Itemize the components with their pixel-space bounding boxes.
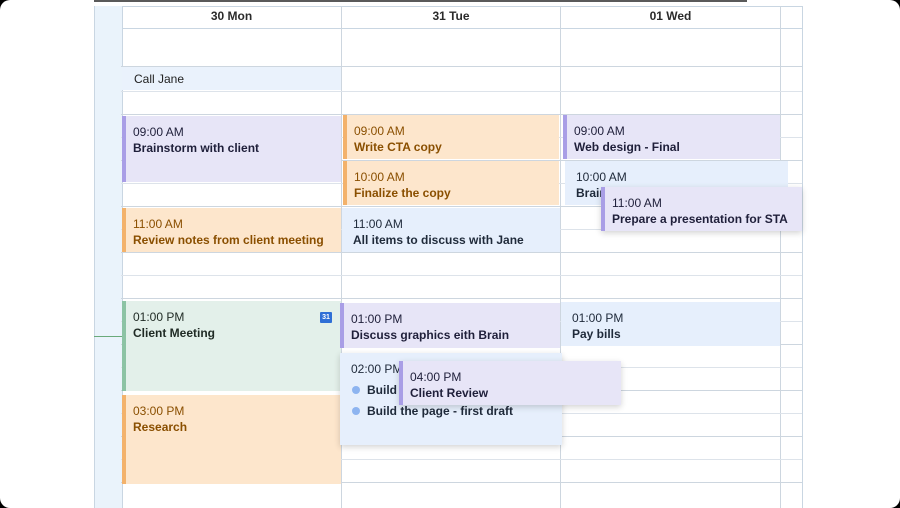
event-title: Review notes from client meeting	[133, 233, 324, 247]
event-time: 10:00 AM	[576, 170, 627, 184]
event-color-bar	[343, 161, 347, 205]
event-color-bar	[565, 161, 569, 205]
event-color-bar	[342, 208, 346, 252]
event-pay-bills[interactable]: 01:00 PM Pay bills	[561, 302, 780, 346]
event-color-bar	[563, 115, 567, 159]
event-color-bar	[340, 303, 344, 348]
event-color-bar	[122, 395, 126, 484]
event-title: Client Meeting	[133, 326, 216, 340]
event-time: 01:00 PM	[133, 310, 185, 324]
grid-line	[121, 275, 802, 276]
day-header-wed[interactable]: 01 Wed	[561, 6, 780, 27]
event-time: 09:00 AM	[133, 125, 184, 139]
event-all-items-to-discuss[interactable]: 11:00 AM All items to discuss with Jane	[342, 208, 560, 252]
all-day-event-call-jane[interactable]: Call Jane	[122, 67, 341, 90]
event-time: 01:00 PM	[572, 311, 624, 325]
event-color-bar	[399, 361, 403, 405]
event-time: 11:00 AM	[353, 217, 403, 231]
event-title: Write CTA copy	[354, 140, 442, 154]
grid-line	[121, 252, 802, 253]
event-color-bar	[122, 301, 126, 391]
event-color-bar	[122, 116, 126, 182]
event-title: Prepare a presentation for STA	[612, 212, 788, 226]
event-time: 04:00 PM	[410, 370, 462, 384]
event-title: Client Review	[410, 386, 489, 400]
event-title: Pay bills	[572, 327, 621, 341]
event-color-bar	[122, 208, 126, 252]
event-time: 11:00 AM	[612, 196, 662, 210]
day-header-mon[interactable]: 30 Mon	[122, 6, 341, 27]
event-color-bar	[343, 115, 347, 159]
event-write-cta-copy[interactable]: 09:00 AM Write CTA copy	[343, 115, 559, 159]
event-title: Research	[133, 420, 188, 434]
task-item[interactable]: Build the page - first draft	[351, 403, 552, 419]
grid-line	[121, 298, 802, 299]
event-color-bar	[561, 302, 565, 346]
time-gutter	[94, 6, 123, 508]
day-header-tue[interactable]: 31 Tue	[342, 6, 560, 27]
calendar-icon: 31	[320, 312, 332, 323]
event-color-bar	[601, 187, 605, 231]
calendar-window: 30 Mon 31 Tue 01 Wed Call Jane 09:00 AM …	[0, 0, 900, 508]
right-gutter	[781, 6, 803, 508]
event-title: Finalize the copy	[354, 186, 451, 200]
event-color-bar	[340, 353, 344, 445]
event-web-design-final[interactable]: 09:00 AM Web design - Final	[563, 115, 780, 159]
top-scroll-indicator	[94, 0, 747, 2]
event-time: 03:00 PM	[133, 404, 185, 418]
event-time: 09:00 AM	[354, 124, 405, 138]
event-research[interactable]: 03:00 PM Research	[122, 395, 341, 484]
grid-line	[121, 91, 802, 92]
current-time-line	[94, 336, 122, 337]
event-time: 11:00 AM	[133, 217, 183, 231]
event-title: Web design - Final	[574, 140, 680, 154]
event-client-meeting[interactable]: 01:00 PM Client Meeting 31	[122, 301, 341, 391]
event-prepare-presentation[interactable]: 11:00 AM Prepare a presentation for STA	[601, 187, 802, 231]
event-client-review[interactable]: 04:00 PM Client Review	[399, 361, 621, 405]
event-time: 01:00 PM	[351, 312, 403, 326]
event-brainstorm-with-client[interactable]: 09:00 AM Brainstorm with client	[122, 116, 341, 182]
event-time: 09:00 AM	[574, 124, 625, 138]
event-title: Call Jane	[134, 72, 185, 86]
event-title: All items to discuss with Jane	[353, 233, 524, 247]
event-title: Discuss graphics eith Brain	[351, 328, 510, 342]
event-time: 10:00 AM	[354, 170, 405, 184]
event-finalize-the-copy[interactable]: 10:00 AM Finalize the copy	[343, 161, 559, 205]
day-divider	[780, 6, 781, 508]
event-title: Brainstorm with client	[133, 141, 260, 155]
event-review-notes[interactable]: 11:00 AM Review notes from client meetin…	[122, 208, 341, 252]
event-discuss-graphics[interactable]: 01:00 PM Discuss graphics eith Brain	[340, 303, 560, 348]
